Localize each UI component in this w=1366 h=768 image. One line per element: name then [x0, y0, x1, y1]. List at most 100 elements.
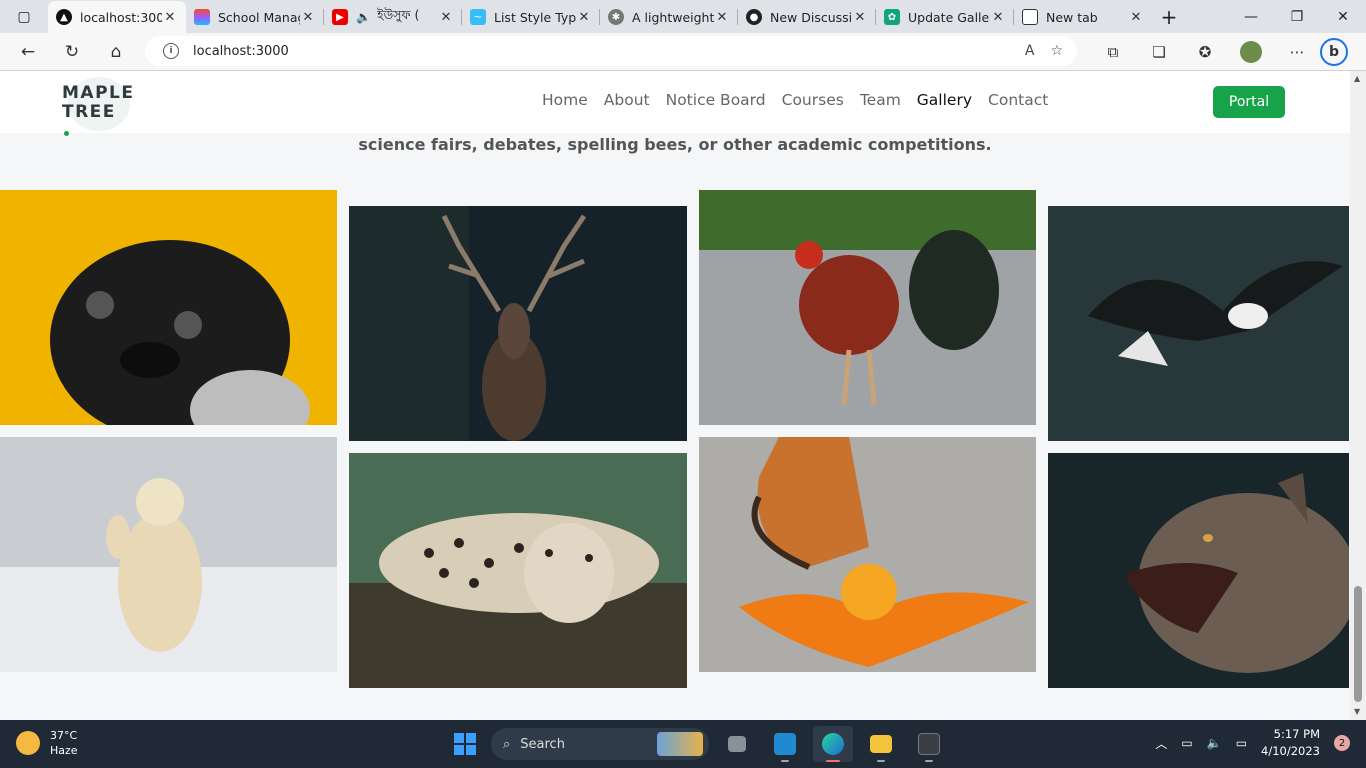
- tab-localhost[interactable]: ▲ localhost:3000 ✕: [48, 1, 186, 33]
- tab-github[interactable]: ● New Discussio ✕: [738, 1, 876, 33]
- tab-title: localhost:3000: [80, 9, 162, 25]
- nav-contact[interactable]: Contact: [988, 91, 1048, 109]
- nav-about[interactable]: About: [604, 91, 650, 109]
- url-text: localhost:3000: [193, 43, 289, 59]
- browser-toolbar: ← ↻ ⌂ i localhost:3000 A ☆ ⧉ ❏ ✪ ⋯ b: [0, 33, 1366, 71]
- vscode-icon[interactable]: [765, 726, 805, 762]
- clock[interactable]: 5:17 PM 4/10/2023: [1261, 726, 1320, 760]
- search-highlight-image: [657, 732, 703, 756]
- window-controls: — ❐ ✕: [1228, 0, 1366, 33]
- notification-badge[interactable]: 2: [1334, 735, 1350, 751]
- terminal-icon[interactable]: [909, 726, 949, 762]
- gallery-image-wolf[interactable]: [1048, 453, 1349, 688]
- nav-courses[interactable]: Courses: [782, 91, 844, 109]
- close-tab-icon[interactable]: ✕: [300, 10, 316, 25]
- volume-icon[interactable]: 🔈: [1207, 736, 1222, 750]
- avatar[interactable]: [1240, 41, 1262, 63]
- close-tab-icon[interactable]: ✕: [576, 10, 592, 25]
- task-view-icon[interactable]: [717, 726, 757, 762]
- tab-title: School Manag: [218, 9, 300, 25]
- tab-actions-icon[interactable]: ▢: [0, 0, 48, 33]
- logo-dot-icon: [64, 131, 69, 136]
- close-window-icon[interactable]: ✕: [1320, 0, 1366, 33]
- search-label: Search: [520, 736, 565, 752]
- nav-gallery[interactable]: Gallery: [917, 91, 972, 109]
- nav-home[interactable]: Home: [542, 91, 588, 109]
- nav-notice-board[interactable]: Notice Board: [666, 91, 766, 109]
- site-header: MAPLE TREE Home About Notice Board Cours…: [0, 71, 1350, 136]
- weather-widget[interactable]: 37°C Haze: [16, 728, 78, 758]
- site-logo[interactable]: MAPLE TREE: [62, 77, 140, 136]
- tailwind-icon: ~: [470, 9, 486, 25]
- clock-time: 5:17 PM: [1273, 727, 1320, 741]
- taskbar-search[interactable]: ⌕ Search: [491, 728, 709, 760]
- more-icon[interactable]: ⋯: [1274, 43, 1320, 61]
- tab-title: Update Galler: [908, 9, 990, 25]
- gallery-image-butterfly[interactable]: [699, 437, 1036, 672]
- read-aloud-icon[interactable]: A: [1025, 43, 1035, 59]
- clock-date: 4/10/2023: [1261, 744, 1320, 758]
- close-tab-icon[interactable]: ✕: [714, 10, 730, 25]
- gallery-image-eagle[interactable]: [1048, 206, 1349, 441]
- tab-title: New tab: [1046, 9, 1098, 25]
- gallery-image-deer[interactable]: [349, 206, 687, 441]
- github-icon: ●: [746, 9, 762, 25]
- portal-button[interactable]: Portal: [1213, 86, 1285, 118]
- home-icon[interactable]: ⌂: [94, 33, 138, 71]
- tab-chatgpt[interactable]: ✿ Update Galler ✕: [876, 1, 1014, 33]
- figma-icon: [194, 9, 210, 25]
- taskbar-apps: ⌕ Search: [447, 726, 949, 762]
- tab-title: ইউসুফ (: [376, 7, 420, 22]
- file-explorer-icon[interactable]: [861, 726, 901, 762]
- gallery-image-pug[interactable]: [0, 190, 337, 425]
- favorite-icon[interactable]: ☆: [1050, 43, 1063, 59]
- battery-icon[interactable]: ▭: [1236, 736, 1247, 750]
- scroll-thumb[interactable]: [1354, 586, 1362, 702]
- browser-tabstrip: ▢ ▲ localhost:3000 ✕ School Manag ✕ ▶ 🔈 …: [0, 0, 1366, 33]
- collections-icon[interactable]: ❏: [1136, 43, 1182, 61]
- edge-icon[interactable]: [813, 726, 853, 762]
- gallery-image-polar-bear[interactable]: [0, 437, 337, 672]
- info-icon[interactable]: i: [163, 43, 179, 59]
- extensions-icon[interactable]: ⧉: [1090, 43, 1136, 61]
- speaker-icon[interactable]: 🔈: [356, 10, 371, 24]
- tab-youtube[interactable]: ▶ 🔈 ইউসুফ ( ✕: [324, 1, 462, 33]
- close-tab-icon[interactable]: ✕: [1128, 10, 1144, 25]
- reload-icon[interactable]: ↻: [50, 33, 94, 71]
- page-scrollbar[interactable]: ▲ ▼: [1350, 71, 1366, 720]
- new-tab-button[interactable]: +: [1152, 5, 1186, 29]
- minimize-icon[interactable]: —: [1228, 0, 1274, 33]
- gallery-image-leopard[interactable]: [349, 453, 687, 688]
- close-tab-icon[interactable]: ✕: [162, 10, 178, 25]
- tab-title: A lightweight: [632, 9, 714, 25]
- main-nav: Home About Notice Board Courses Team Gal…: [542, 91, 1048, 109]
- logo-line2: TREE: [62, 102, 116, 122]
- windows-start-icon[interactable]: [447, 726, 483, 762]
- tab-list-style[interactable]: ~ List Style Type ✕: [462, 1, 600, 33]
- system-tray: ︿ ▭ 🔈 ▭ 5:17 PM 4/10/2023 2: [1155, 726, 1350, 760]
- youtube-icon: ▶: [332, 9, 348, 25]
- chevron-up-icon[interactable]: ︿: [1155, 735, 1167, 752]
- tab-school[interactable]: School Manag ✕: [186, 1, 324, 33]
- close-tab-icon[interactable]: ✕: [990, 10, 1006, 25]
- weather-temp: 37°C: [50, 729, 78, 742]
- nav-team[interactable]: Team: [860, 91, 901, 109]
- close-tab-icon[interactable]: ✕: [852, 10, 868, 25]
- copilot-icon[interactable]: ✪: [1182, 43, 1228, 61]
- bing-icon[interactable]: b: [1320, 38, 1348, 66]
- close-tab-icon[interactable]: ✕: [438, 10, 454, 25]
- address-bar[interactable]: i localhost:3000 A ☆: [145, 36, 1077, 66]
- back-icon[interactable]: ←: [6, 33, 50, 71]
- scroll-up-icon[interactable]: ▲: [1354, 74, 1360, 83]
- intro-text: science fairs, debates, spelling bees, o…: [358, 135, 992, 154]
- search-icon: ⌕: [503, 736, 511, 752]
- tab-lightweight[interactable]: ✱ A lightweight ✕: [600, 1, 738, 33]
- tab-title: New Discussio: [770, 9, 852, 25]
- scroll-down-icon[interactable]: ▼: [1354, 707, 1360, 716]
- network-icon[interactable]: ▭: [1181, 736, 1192, 750]
- page-viewport: MAPLE TREE Home About Notice Board Cours…: [0, 71, 1366, 720]
- restore-icon[interactable]: ❐: [1274, 0, 1320, 33]
- tab-title: List Style Type: [494, 9, 576, 25]
- tab-newtab[interactable]: New tab ✕: [1014, 1, 1152, 33]
- gallery-image-rooster[interactable]: [699, 190, 1036, 425]
